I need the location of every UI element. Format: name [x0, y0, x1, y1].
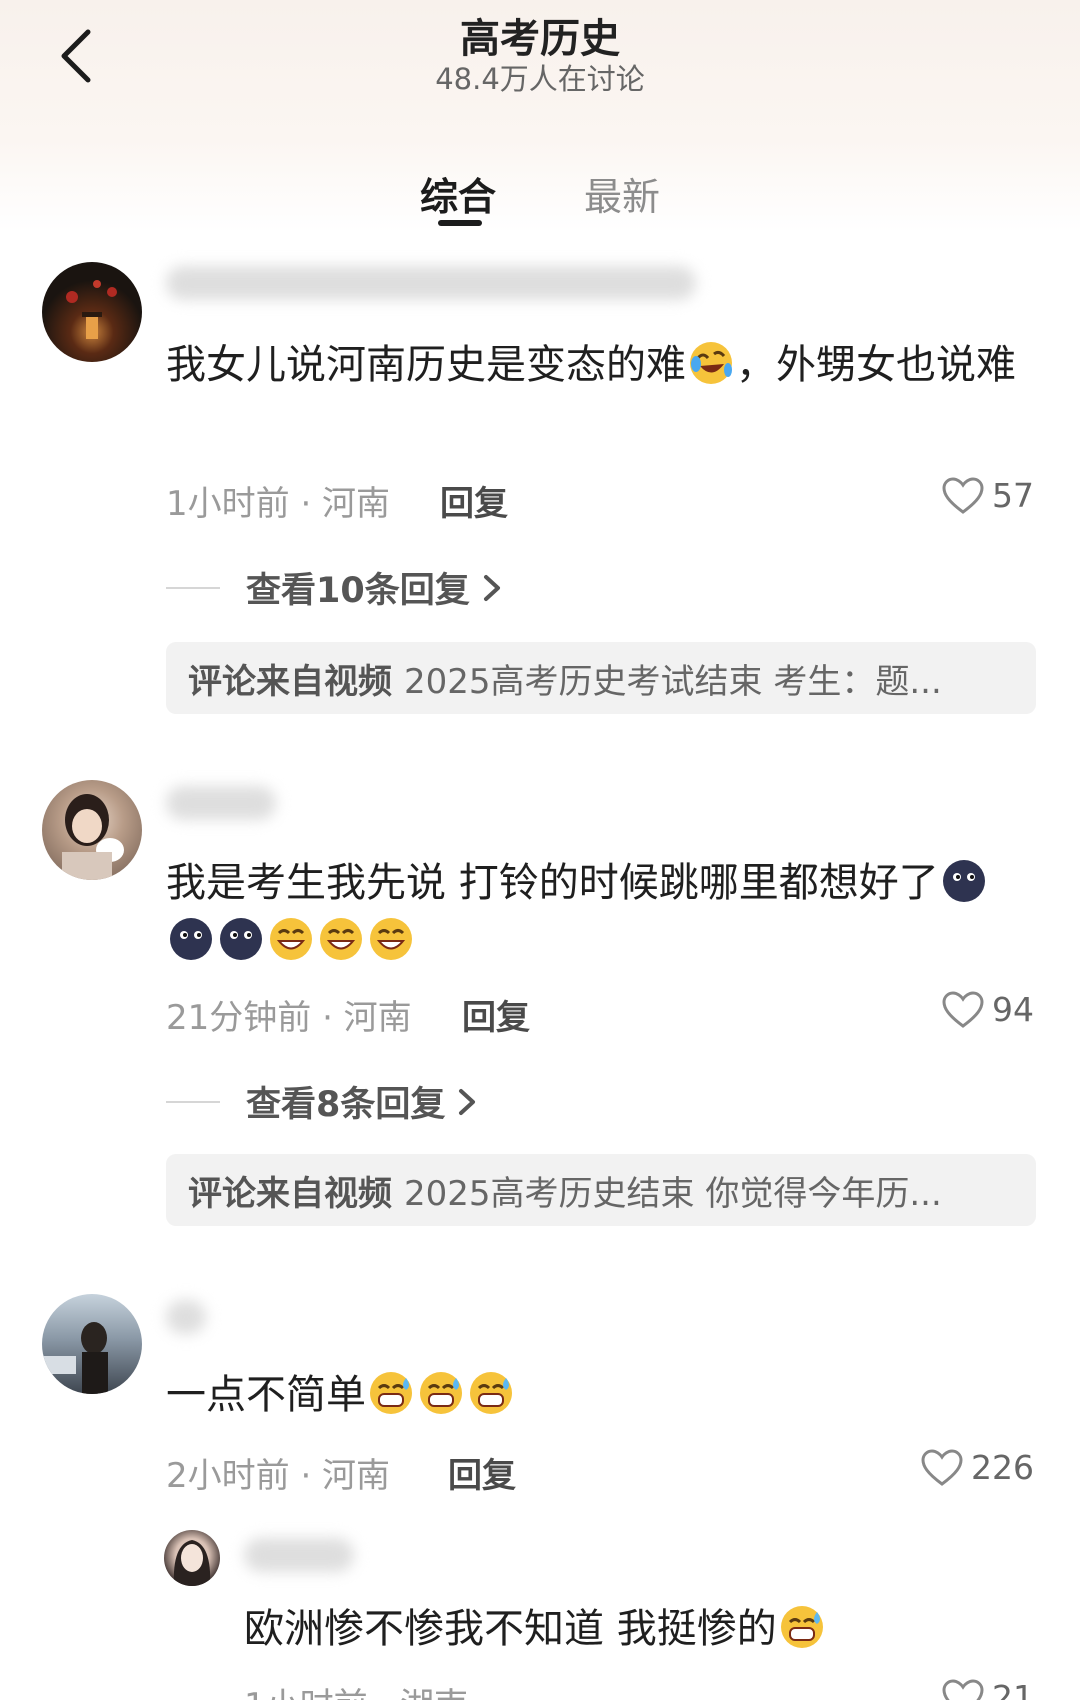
comment-text-part: ，外甥女也说难 — [736, 342, 1016, 388]
reply-button[interactable]: 回复 — [440, 476, 508, 525]
username-blurred[interactable] — [166, 266, 696, 300]
avatar-image — [42, 1322, 108, 1394]
divider-line — [166, 586, 220, 589]
like-button[interactable]: 94 — [942, 990, 1034, 1029]
chevron-right-icon — [483, 574, 500, 601]
reply-text-part: 欧洲惨不惨我不知道 我挺惨的 — [244, 1606, 777, 1652]
view-replies-button[interactable]: 查看10条回复 — [166, 562, 504, 613]
like-button[interactable]: 21 — [942, 1678, 1034, 1700]
time-location: 1小时前 · 河南 — [166, 484, 391, 524]
heart-icon — [942, 476, 984, 514]
chevron-right-icon — [459, 1088, 476, 1115]
like-count: 21 — [992, 1678, 1034, 1700]
heart-icon — [942, 990, 984, 1028]
avatar-image — [62, 794, 124, 880]
view-replies-label: 查看10条回复 — [246, 571, 470, 611]
time-location: 1小时前 · 湖南 — [244, 1678, 468, 1700]
discussion-count: 48.4万人在讨论 — [435, 62, 645, 96]
source-prefix: 评论来自视频 — [188, 661, 392, 702]
like-count: 57 — [992, 476, 1034, 515]
active-tab-indicator — [438, 220, 482, 226]
tab-comprehensive[interactable]: 综合 — [420, 166, 496, 221]
like-button[interactable]: 226 — [921, 1448, 1034, 1487]
comment-text-part: 一点不简单 — [166, 1372, 366, 1418]
time-location: 21分钟前 · 河南 — [166, 998, 412, 1038]
like-count: 226 — [971, 1448, 1034, 1487]
avatar-image — [66, 280, 117, 339]
grin-emoji-icon — [270, 918, 312, 960]
like-button[interactable]: 57 — [942, 476, 1034, 515]
source-title: 2025高考历史考试结束 考生：题... — [404, 661, 942, 702]
avatar[interactable] — [42, 1294, 142, 1394]
avatar-image — [173, 1540, 211, 1586]
heart-icon — [942, 1678, 984, 1700]
rolling-laugh-emoji-icon — [690, 342, 732, 384]
dark-moon-face-emoji-icon — [170, 918, 212, 960]
dark-moon-face-emoji-icon — [942, 860, 985, 902]
comment-text-part: 我是考生我先说 打铃的时候跳哪里都想好了 — [166, 860, 939, 906]
username-blurred[interactable] — [166, 1300, 206, 1334]
username-blurred[interactable] — [244, 1538, 354, 1572]
source-title: 2025高考历史结束 你觉得今年历... — [404, 1173, 942, 1214]
source-video-link[interactable]: 评论来自视频 2025高考历史结束 你觉得今年历... — [166, 1154, 1036, 1226]
divider-line — [166, 1100, 220, 1103]
time-location: 2小时前 · 河南 — [166, 1456, 391, 1496]
username-blurred[interactable] — [166, 786, 276, 820]
source-video-link[interactable]: 评论来自视频 2025高考历史考试结束 考生：题... — [166, 642, 1036, 714]
top-header: 高考历史 48.4万人在讨论 综合 最新 — [0, 0, 1080, 232]
dark-moon-face-emoji-icon — [220, 918, 262, 960]
reply-button[interactable]: 回复 — [462, 990, 530, 1039]
avatar[interactable] — [164, 1530, 220, 1586]
comment-text-part: 我女儿说河南历史是变态的难 — [166, 342, 686, 388]
comment-text: 我女儿说河南历史是变态的难 ，外甥女也说难 — [166, 336, 1046, 394]
comment-text: 一点不简单 — [166, 1366, 1046, 1424]
reply-button[interactable]: 回复 — [448, 1448, 516, 1497]
avatar[interactable] — [42, 780, 142, 880]
grin-emoji-icon — [370, 918, 412, 960]
sweat-grin-emoji-icon — [470, 1372, 512, 1414]
reply-text: 欧洲惨不惨我不知道 我挺惨的 — [244, 1600, 1044, 1658]
source-prefix: 评论来自视频 — [188, 1173, 392, 1214]
grin-emoji-icon — [320, 918, 362, 960]
avatar[interactable] — [42, 262, 142, 362]
heart-icon — [921, 1448, 963, 1486]
sweat-grin-emoji-icon — [370, 1372, 412, 1414]
like-count: 94 — [992, 990, 1034, 1029]
sweat-grin-emoji-icon — [780, 1606, 823, 1648]
comment-text: 我是考生我先说 打铃的时候跳哪里都想好了 — [166, 854, 1046, 970]
view-replies-button[interactable]: 查看8条回复 — [166, 1076, 479, 1127]
tab-latest[interactable]: 最新 — [584, 166, 660, 221]
sweat-grin-emoji-icon — [420, 1372, 462, 1414]
view-replies-label: 查看8条回复 — [246, 1085, 446, 1125]
